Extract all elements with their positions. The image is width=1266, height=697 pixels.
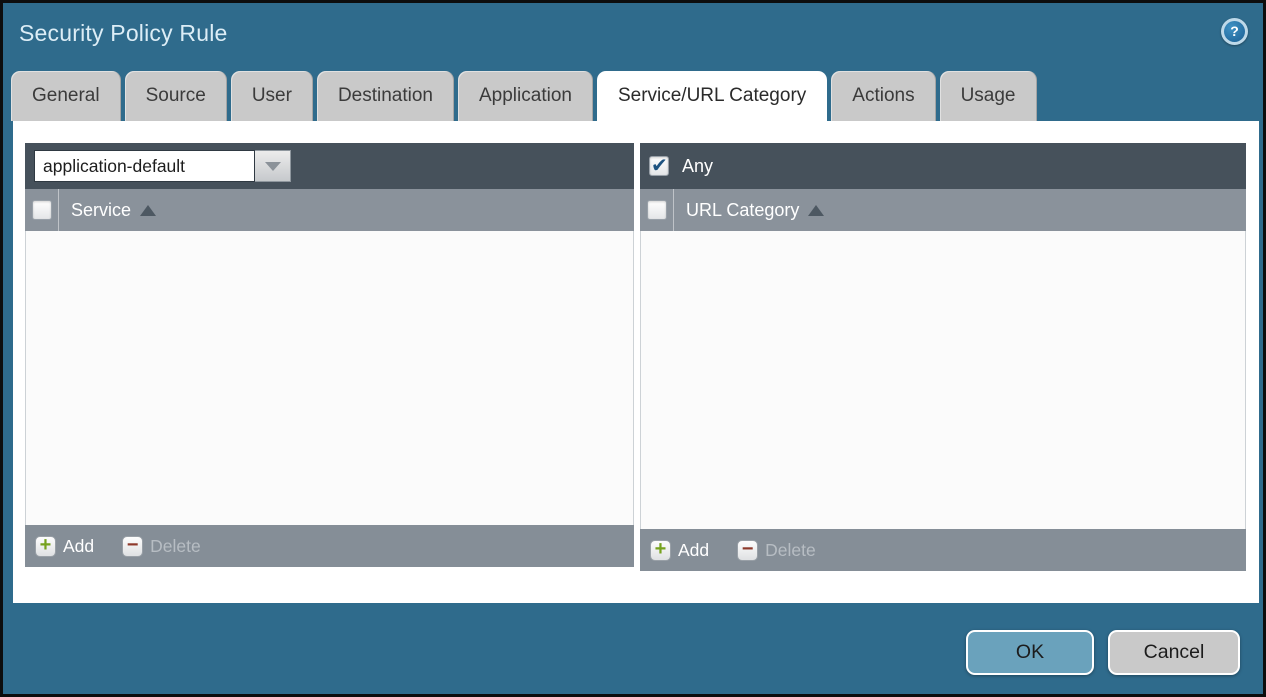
url-category-column-label[interactable]: URL Category <box>686 200 799 221</box>
service-type-dropdown-value[interactable]: application-default <box>34 150 255 182</box>
tab-source[interactable]: Source <box>125 71 227 121</box>
service-type-dropdown[interactable]: application-default <box>34 150 291 182</box>
question-mark-icon: ? <box>1224 21 1245 42</box>
service-delete-button[interactable]: − Delete <box>122 536 201 557</box>
url-category-add-button[interactable]: + Add <box>650 540 709 561</box>
service-type-dropdown-button[interactable] <box>255 150 291 182</box>
tab-actions[interactable]: Actions <box>831 71 935 121</box>
help-icon[interactable]: ? <box>1221 18 1248 45</box>
service-list <box>25 231 634 525</box>
service-column-header: Service <box>25 189 634 231</box>
service-delete-label: Delete <box>150 536 201 557</box>
tab-user[interactable]: User <box>231 71 313 121</box>
cancel-button[interactable]: Cancel <box>1108 630 1240 675</box>
url-category-add-label: Add <box>678 540 709 561</box>
tab-usage[interactable]: Usage <box>940 71 1037 121</box>
ok-button[interactable]: OK <box>966 630 1094 675</box>
service-column-label[interactable]: Service <box>71 200 131 221</box>
service-add-label: Add <box>63 536 94 557</box>
minus-icon: − <box>737 540 758 561</box>
plus-icon: + <box>35 536 56 557</box>
any-checkbox[interactable] <box>649 156 669 176</box>
url-category-select-all-cell <box>640 189 674 231</box>
url-category-list <box>640 231 1246 529</box>
url-category-delete-label: Delete <box>765 540 816 561</box>
plus-icon: + <box>650 540 671 561</box>
service-add-button[interactable]: + Add <box>35 536 94 557</box>
chevron-down-icon <box>265 162 281 171</box>
url-category-panel-footer: + Add − Delete <box>640 529 1246 571</box>
tab-bar: General Source User Destination Applicat… <box>11 71 1041 121</box>
url-category-delete-button[interactable]: − Delete <box>737 540 816 561</box>
service-panel-header: application-default <box>25 143 634 189</box>
tab-general[interactable]: General <box>11 71 121 121</box>
url-category-column-header: URL Category <box>640 189 1246 231</box>
service-panel-footer: + Add − Delete <box>25 525 634 567</box>
tab-application[interactable]: Application <box>458 71 593 121</box>
tab-service-url-category[interactable]: Service/URL Category <box>597 71 827 121</box>
minus-icon: − <box>122 536 143 557</box>
any-label: Any <box>682 156 713 177</box>
security-policy-rule-dialog: Security Policy Rule ? General Source Us… <box>0 0 1266 697</box>
service-select-all-checkbox[interactable] <box>32 200 52 220</box>
service-panel: application-default Service + Add <box>25 143 634 567</box>
url-category-select-all-checkbox[interactable] <box>647 200 667 220</box>
sort-ascending-icon[interactable] <box>140 205 156 216</box>
url-category-panel: Any URL Category + Add − Delete <box>640 143 1246 571</box>
url-category-panel-header: Any <box>640 143 1246 189</box>
sort-ascending-icon[interactable] <box>808 205 824 216</box>
service-select-all-cell <box>25 189 59 231</box>
tab-content-sheet: application-default Service + Add <box>13 121 1259 603</box>
tab-destination[interactable]: Destination <box>317 71 454 121</box>
dialog-title: Security Policy Rule <box>19 20 228 47</box>
